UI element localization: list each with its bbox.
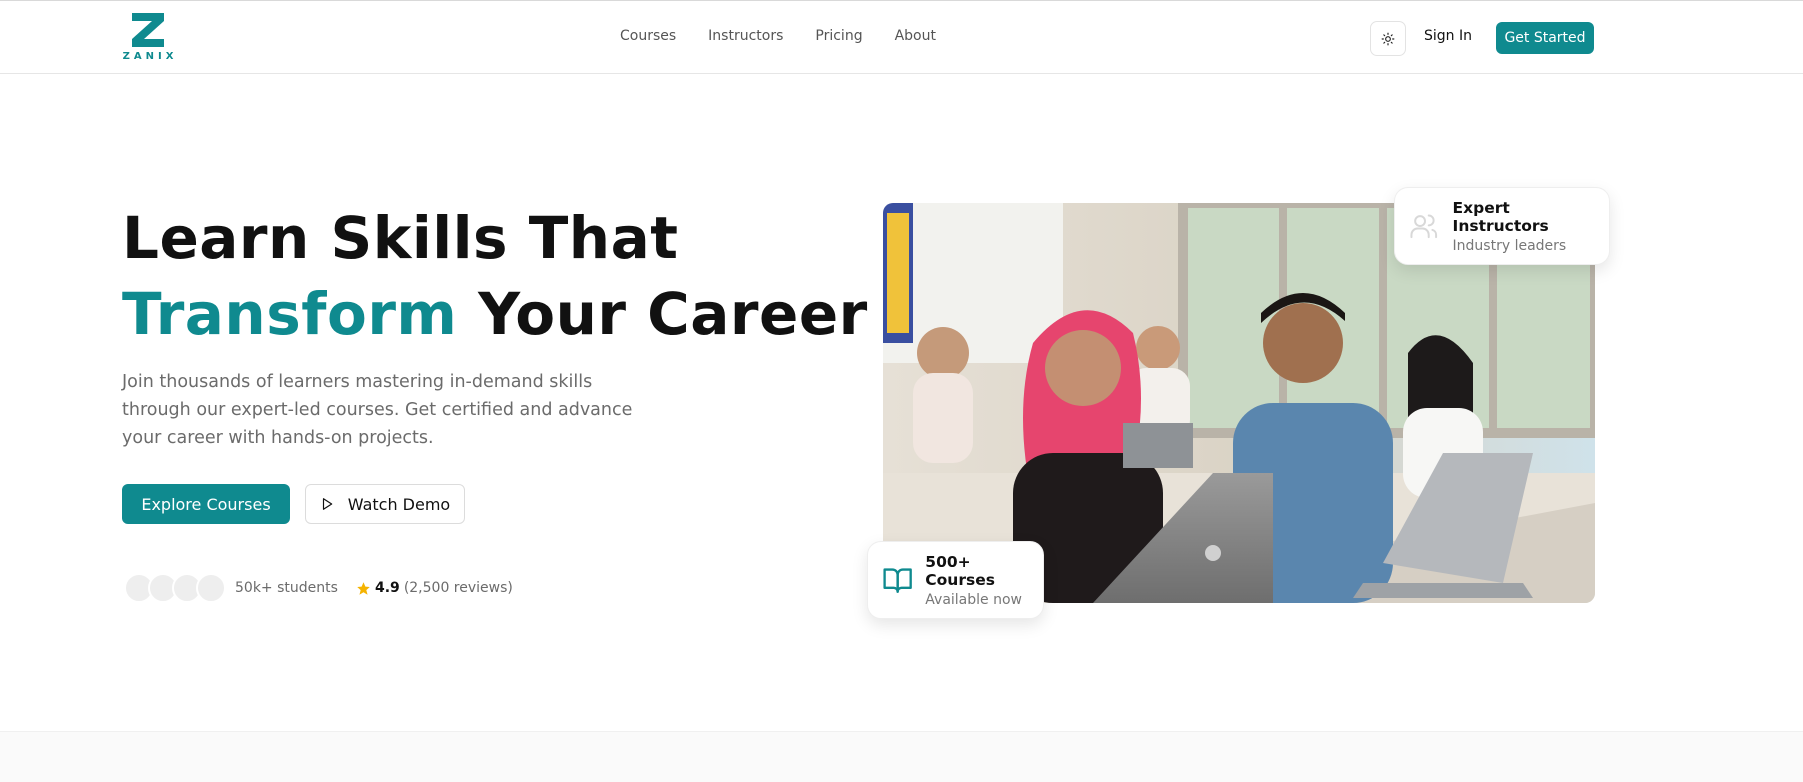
student-avatars <box>124 573 228 603</box>
courses-count-text: 500+ Courses Available now <box>925 553 1043 608</box>
expert-instructors-text: Expert Instructors Industry leaders <box>1453 199 1609 254</box>
rating-value: 4.9 <box>375 580 400 596</box>
avatar <box>196 573 226 603</box>
get-started-button[interactable]: Get Started <box>1496 22 1594 54</box>
logo-mark-icon <box>132 13 164 47</box>
hero-title: Learn Skills That Transform Your Career <box>122 200 868 352</box>
sun-icon <box>1381 32 1395 45</box>
nav-item-about[interactable]: About <box>895 28 936 44</box>
expert-instructors-title: Expert Instructors <box>1452 198 1549 235</box>
zanix-logo[interactable]: ZANIX <box>122 11 174 65</box>
rating-reviews: (2,500 reviews) <box>403 580 513 596</box>
explore-courses-button[interactable]: Explore Courses <box>122 484 290 524</box>
sign-in-link[interactable]: Sign In <box>1424 28 1472 44</box>
play-icon <box>322 498 333 510</box>
courses-count-card: 500+ Courses Available now <box>867 541 1044 619</box>
students-count: 50k+ students <box>235 580 338 596</box>
hero-subtitle: Join thousands of learners mastering in-… <box>122 372 633 448</box>
courses-count-subtitle: Available now <box>925 591 1022 608</box>
book-open-icon <box>883 568 912 593</box>
top-navigation-bar: ZANIX Courses Instructors Pricing About … <box>0 0 1803 74</box>
expert-instructors-subtitle: Industry leaders <box>1452 237 1567 254</box>
hero-title-line1: Learn Skills That <box>122 204 679 272</box>
rating-summary: 4.9 (2,500 reviews) <box>356 580 513 596</box>
main-nav: Courses Instructors Pricing About <box>620 28 936 44</box>
star-icon <box>357 581 370 595</box>
courses-count-title: 500+ Courses <box>925 552 995 589</box>
logo-wordmark: ZANIX <box>122 51 178 62</box>
nav-item-instructors[interactable]: Instructors <box>708 28 783 44</box>
next-section-band <box>0 731 1803 782</box>
hero-title-accent: Transform <box>122 280 458 348</box>
nav-item-courses[interactable]: Courses <box>620 28 676 44</box>
watch-demo-button[interactable]: Watch Demo <box>305 484 465 524</box>
hero-title-rest: Your Career <box>457 280 868 348</box>
watch-demo-label: Watch Demo <box>347 494 451 514</box>
expert-instructors-card: Expert Instructors Industry leaders <box>1394 187 1610 265</box>
nav-item-pricing[interactable]: Pricing <box>815 28 862 44</box>
users-icon <box>1410 214 1438 239</box>
theme-toggle-button[interactable] <box>1370 21 1406 56</box>
